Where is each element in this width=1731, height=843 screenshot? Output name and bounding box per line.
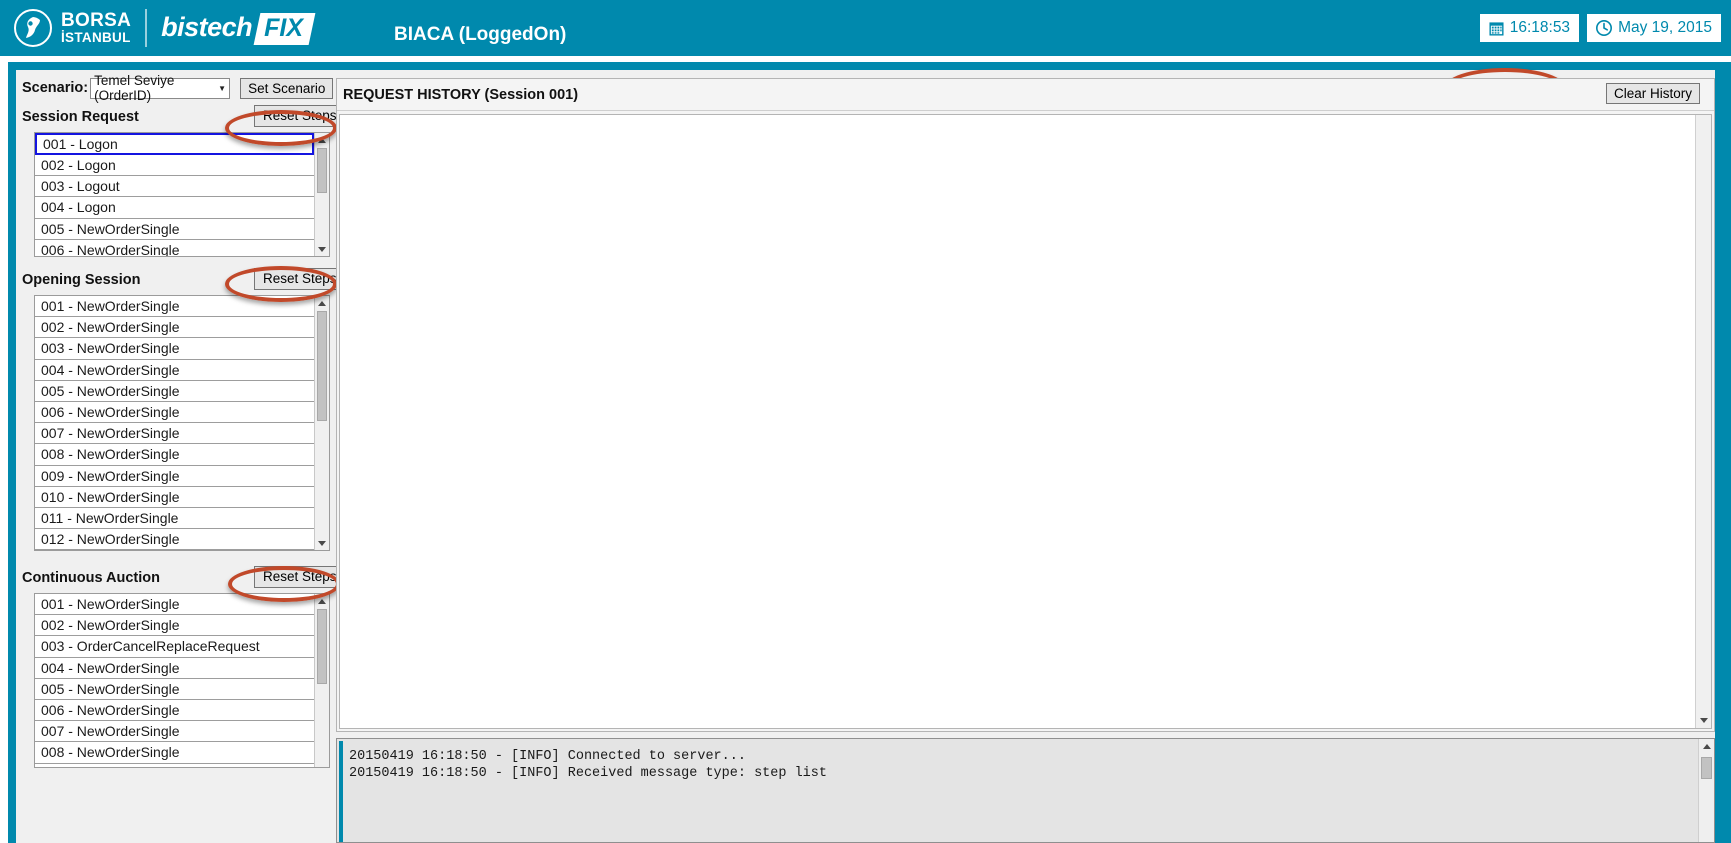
scrollbar-thumb[interactable] bbox=[317, 148, 327, 193]
date-value: May 19, 2015 bbox=[1618, 19, 1712, 36]
log-console-scrollbar[interactable] bbox=[1698, 739, 1714, 842]
brand-wordmark: BORSA İSTANBUL bbox=[61, 11, 131, 45]
application-window: BORSA İSTANBUL bistech FIX BIACA (LoggedO… bbox=[0, 0, 1731, 843]
section-title: Continuous Auction bbox=[22, 570, 160, 586]
scrollbar-thumb[interactable] bbox=[1701, 757, 1712, 779]
scrollbar-thumb[interactable] bbox=[317, 609, 327, 684]
request-history-header: REQUEST HISTORY (Session 001) Clear Hist… bbox=[337, 79, 1714, 111]
brand-primary-text: BORSA bbox=[61, 10, 132, 32]
clear-history-wrap: Clear History bbox=[1605, 83, 1700, 104]
list-item[interactable]: 010 - NewOrderSingle bbox=[35, 487, 314, 508]
list-item[interactable]: 006 - NewOrderSingle bbox=[35, 700, 314, 722]
left-sidebar: Scenario: Temel Seviye (OrderID) ▼ Set S… bbox=[16, 70, 336, 843]
reset-steps-opening-session-wrap: Reset Steps bbox=[254, 268, 336, 290]
list-item[interactable]: 003 - NewOrderSingle bbox=[35, 338, 314, 360]
section-title: Opening Session bbox=[22, 272, 141, 288]
scenario-selected-value: Temel Seviye (OrderID) bbox=[94, 73, 175, 103]
request-history-scrollbar[interactable] bbox=[1695, 115, 1711, 728]
request-history-body[interactable] bbox=[339, 114, 1712, 729]
list-continuous-auction-scrollbar[interactable] bbox=[314, 594, 329, 767]
product-logo: bistech FIX bbox=[161, 11, 316, 45]
list-continuous-auction-items: 001 - NewOrderSingle 002 - NewOrderSingl… bbox=[35, 594, 314, 767]
log-line: 20150419 16:18:50 - [INFO] Connected to … bbox=[349, 749, 746, 764]
date-badge: May 19, 2015 bbox=[1587, 14, 1721, 42]
list-item[interactable]: 001 - NewOrderSingle bbox=[35, 296, 314, 318]
log-console-panel: 20150419 16:18:50 - [INFO] Connected to … bbox=[336, 738, 1715, 843]
scenario-label: Scenario: bbox=[22, 80, 89, 96]
list-opening-session-scrollbar[interactable] bbox=[314, 296, 329, 550]
log-line: 20150419 16:18:50 - [INFO] Received mess… bbox=[349, 766, 827, 781]
list-item[interactable]: 008 - NewOrderSingle bbox=[35, 742, 314, 764]
list-item[interactable]: 004 - NewOrderSingle bbox=[35, 360, 314, 381]
scroll-up-arrow-icon[interactable] bbox=[1699, 740, 1714, 753]
brand-secondary-text: İSTANBUL bbox=[61, 30, 131, 46]
brand-logo: BORSA İSTANBUL bistech FIX bbox=[0, 9, 316, 47]
reset-steps-session-request[interactable]: Reset Steps bbox=[254, 105, 336, 127]
list-item[interactable]: 004 - NewOrderSingle bbox=[35, 658, 314, 679]
list-item[interactable]: 012 - NewOrderSingle bbox=[35, 529, 314, 550]
list-item[interactable]: 005 - NewOrderSingle bbox=[35, 381, 314, 402]
reset-steps-session-request-wrap: Reset Steps bbox=[254, 105, 336, 127]
list-item[interactable]: 009 - NewOrderSingle bbox=[35, 466, 314, 487]
list-item[interactable]: 001 - NewOrderSingle bbox=[35, 594, 314, 616]
reset-steps-continuous-auction[interactable]: Reset Steps bbox=[254, 566, 336, 588]
list-item[interactable]: 002 - Logon bbox=[35, 155, 314, 177]
product-name-text: bistech bbox=[161, 11, 253, 42]
list-item[interactable]: 006 - NewOrderSingle bbox=[35, 402, 314, 424]
list-item[interactable]: 008 - NewOrderSingle bbox=[35, 444, 314, 466]
list-session-request-items: 001 - Logon 002 - Logon 003 - Logout 004… bbox=[35, 133, 314, 256]
list-item[interactable]: 003 - Logout bbox=[35, 176, 314, 198]
chevron-down-icon: ▼ bbox=[218, 83, 227, 93]
set-scenario-button[interactable]: Set Scenario bbox=[240, 77, 334, 99]
list-item[interactable]: 007 - NewOrderSingle bbox=[35, 423, 314, 445]
frame-right-edge bbox=[1723, 62, 1731, 843]
reset-steps-opening-session[interactable]: Reset Steps bbox=[254, 268, 336, 290]
section-header-session-request: Session Request Reset Steps bbox=[16, 102, 336, 132]
scroll-down-arrow-icon[interactable] bbox=[315, 242, 329, 256]
scroll-up-arrow-icon[interactable] bbox=[315, 296, 329, 310]
scroll-down-arrow-icon[interactable] bbox=[315, 536, 329, 550]
header-status-badges: 16:18:53 May 19, 2015 bbox=[1479, 14, 1721, 42]
list-item[interactable]: 002 - NewOrderSingle bbox=[35, 317, 314, 339]
list-opening-session[interactable]: 001 - NewOrderSingle 002 - NewOrderSingl… bbox=[34, 295, 330, 551]
list-item[interactable]: 005 - NewOrderSingle bbox=[35, 679, 314, 700]
list-continuous-auction[interactable]: 001 - NewOrderSingle 002 - NewOrderSingl… bbox=[34, 593, 330, 768]
logo-divider bbox=[145, 9, 148, 47]
scrollbar-thumb[interactable] bbox=[317, 311, 327, 421]
list-item[interactable]: 007 - NewOrderSingle bbox=[35, 721, 314, 743]
section-title: Session Request bbox=[22, 109, 139, 125]
app-header: BORSA İSTANBUL bistech FIX BIACA (LoggedO… bbox=[0, 0, 1731, 56]
list-item[interactable]: 002 - NewOrderSingle bbox=[35, 615, 314, 637]
list-item[interactable]: 001 - Logon bbox=[35, 133, 314, 155]
list-item[interactable]: 004 - Logon bbox=[35, 197, 314, 219]
borsa-istanbul-logo-icon bbox=[14, 9, 52, 47]
product-badge: FIX bbox=[253, 12, 316, 45]
list-item[interactable]: 011 - NewOrderSingle bbox=[35, 508, 314, 530]
list-item[interactable]: 006 - NewOrderSingle bbox=[35, 240, 314, 256]
scenario-row: Scenario: Temel Seviye (OrderID) ▼ Set S… bbox=[16, 70, 336, 103]
scroll-up-arrow-icon[interactable] bbox=[315, 594, 329, 608]
time-value: 16:18:53 bbox=[1509, 19, 1571, 36]
section-header-opening-session: Opening Session Reset Steps bbox=[16, 265, 336, 295]
log-console-output[interactable]: 20150419 16:18:50 - [INFO] Connected to … bbox=[339, 741, 1697, 842]
clock-icon bbox=[1596, 20, 1613, 36]
scenario-select[interactable]: Temel Seviye (OrderID) ▼ bbox=[90, 73, 231, 103]
request-history-title: REQUEST HISTORY (Session 001) bbox=[343, 86, 579, 103]
reset-steps-continuous-auction-wrap: Reset Steps bbox=[254, 566, 336, 588]
list-item[interactable]: 005 - NewOrderSingle bbox=[35, 219, 314, 240]
section-header-continuous-auction: Continuous Auction Reset Steps bbox=[16, 563, 336, 593]
time-badge: 16:18:53 bbox=[1479, 14, 1580, 42]
session-status-title: BIACA (LoggedOn) bbox=[394, 24, 567, 45]
request-history-panel: REQUEST HISTORY (Session 001) Clear Hist… bbox=[336, 78, 1715, 732]
scroll-up-arrow-icon[interactable] bbox=[315, 133, 329, 147]
list-opening-session-items: 001 - NewOrderSingle 002 - NewOrderSingl… bbox=[35, 296, 314, 550]
clear-history-button[interactable]: Clear History bbox=[1605, 83, 1700, 104]
scroll-down-arrow-icon[interactable] bbox=[1696, 714, 1711, 726]
calendar-icon bbox=[1489, 21, 1504, 36]
list-session-request-scrollbar[interactable] bbox=[314, 133, 329, 256]
product-badge-text: FIX bbox=[264, 13, 304, 42]
list-session-request[interactable]: 001 - Logon 002 - Logon 003 - Logout 004… bbox=[34, 132, 330, 257]
list-item[interactable]: 003 - OrderCancelReplaceRequest bbox=[35, 636, 314, 658]
